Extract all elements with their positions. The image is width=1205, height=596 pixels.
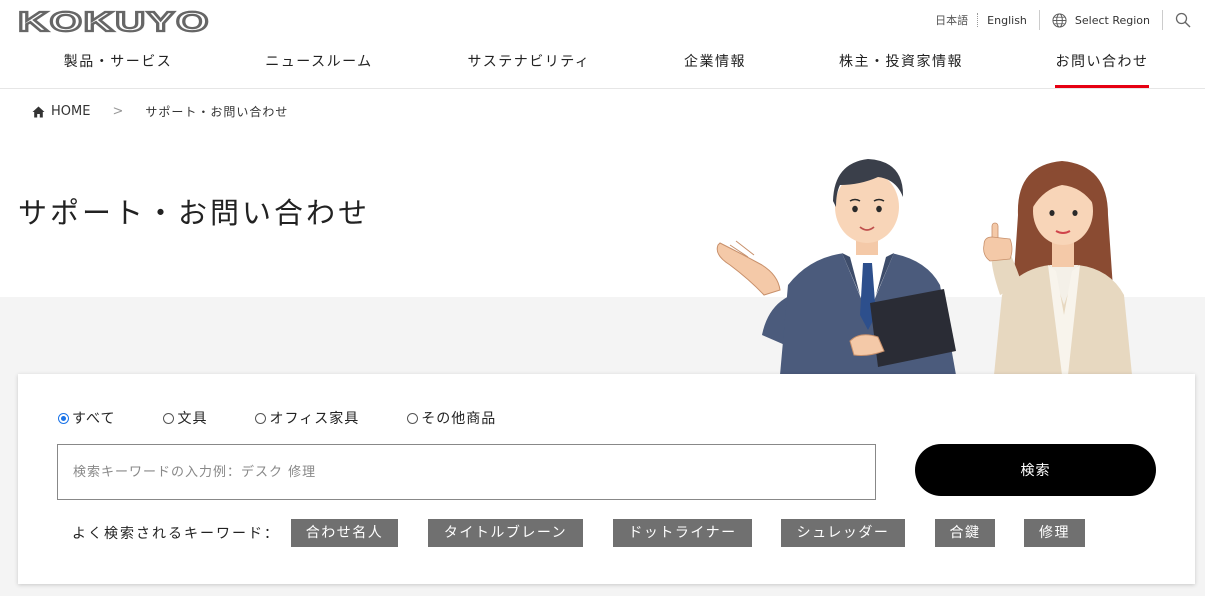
search-input[interactable] — [57, 444, 876, 500]
nav-newsroom[interactable]: ニュースルーム — [264, 40, 374, 88]
radio-button[interactable] — [163, 412, 175, 424]
search-icon[interactable] — [1175, 12, 1191, 28]
select-region-link[interactable]: Select Region — [1052, 12, 1150, 28]
nav-contact[interactable]: お問い合わせ — [1055, 40, 1149, 88]
breadcrumb-separator: > — [112, 104, 124, 119]
radio-office-furniture[interactable]: オフィス家具 — [255, 408, 359, 428]
radio-office-furniture-label: オフィス家具 — [269, 411, 360, 427]
breadcrumb-home-link[interactable]: HOME — [32, 104, 90, 119]
radio-button[interactable] — [255, 412, 267, 424]
nav-sustainability[interactable]: サステナビリティ — [467, 40, 591, 88]
radio-button[interactable] — [407, 412, 419, 424]
man-figure — [716, 159, 956, 375]
lang-english-link[interactable]: English — [987, 14, 1027, 27]
radio-button-checked[interactable] — [58, 412, 69, 424]
keyword-tag[interactable]: ドットライナー — [613, 519, 752, 547]
support-staff-illustration — [716, 159, 1132, 375]
breadcrumb-current: サポート・お問い合わせ — [145, 105, 289, 119]
divider — [1038, 10, 1040, 30]
radio-other-products-label: その他商品 — [421, 411, 497, 427]
search-button[interactable]: 検索 — [915, 444, 1156, 496]
home-icon — [32, 106, 45, 117]
globe-icon — [1052, 12, 1067, 28]
divider — [1162, 10, 1163, 30]
keyword-tag[interactable]: 合鍵 — [935, 519, 995, 547]
breadcrumb-home-label: HOME — [51, 104, 91, 119]
kokuyo-logo[interactable]: KOKUYO — [18, 8, 214, 34]
keyword-tag[interactable]: タイトルブレーン — [428, 519, 583, 547]
logo-text: KOKUYO — [18, 8, 210, 34]
lang-divider — [977, 13, 979, 27]
radio-stationery[interactable]: 文具 — [163, 408, 207, 428]
keyword-tag[interactable]: 修理 — [1024, 519, 1085, 547]
breadcrumb: HOME > サポート・お問い合わせ — [32, 103, 288, 120]
nav-investor-relations[interactable]: 株主・投資家情報 — [838, 40, 964, 88]
radio-other-products[interactable]: その他商品 — [407, 408, 496, 428]
category-radio-group: すべて 文具 オフィス家具 その他商品 — [58, 408, 544, 428]
radio-stationery-label: 文具 — [177, 411, 208, 427]
search-panel: すべて 文具 オフィス家具 その他商品 検索 よく検索されるキーワード： 合わせ… — [18, 374, 1195, 584]
radio-all[interactable]: すべて — [58, 408, 115, 428]
lang-japanese-link[interactable]: 日本語 — [935, 12, 968, 28]
keyword-tag[interactable]: 合わせ名人 — [291, 519, 398, 547]
global-nav: 製品・サービス ニュースルーム サステナビリティ 企業情報 株主・投資家情報 お… — [0, 40, 1205, 89]
select-region-label: Select Region — [1074, 13, 1150, 27]
popular-keywords-label: よく検索されるキーワード： — [72, 526, 280, 542]
keyword-tag[interactable]: シュレッダー — [781, 519, 905, 547]
radio-all-label: すべて — [72, 411, 116, 427]
page-title: サポート・お問い合わせ — [18, 196, 371, 230]
utility-bar: 日本語 English Select Region — [935, 8, 1191, 32]
nav-products-services[interactable]: 製品・サービス — [63, 40, 173, 88]
woman-figure — [983, 161, 1132, 375]
nav-corporate-info[interactable]: 企業情報 — [683, 40, 747, 88]
